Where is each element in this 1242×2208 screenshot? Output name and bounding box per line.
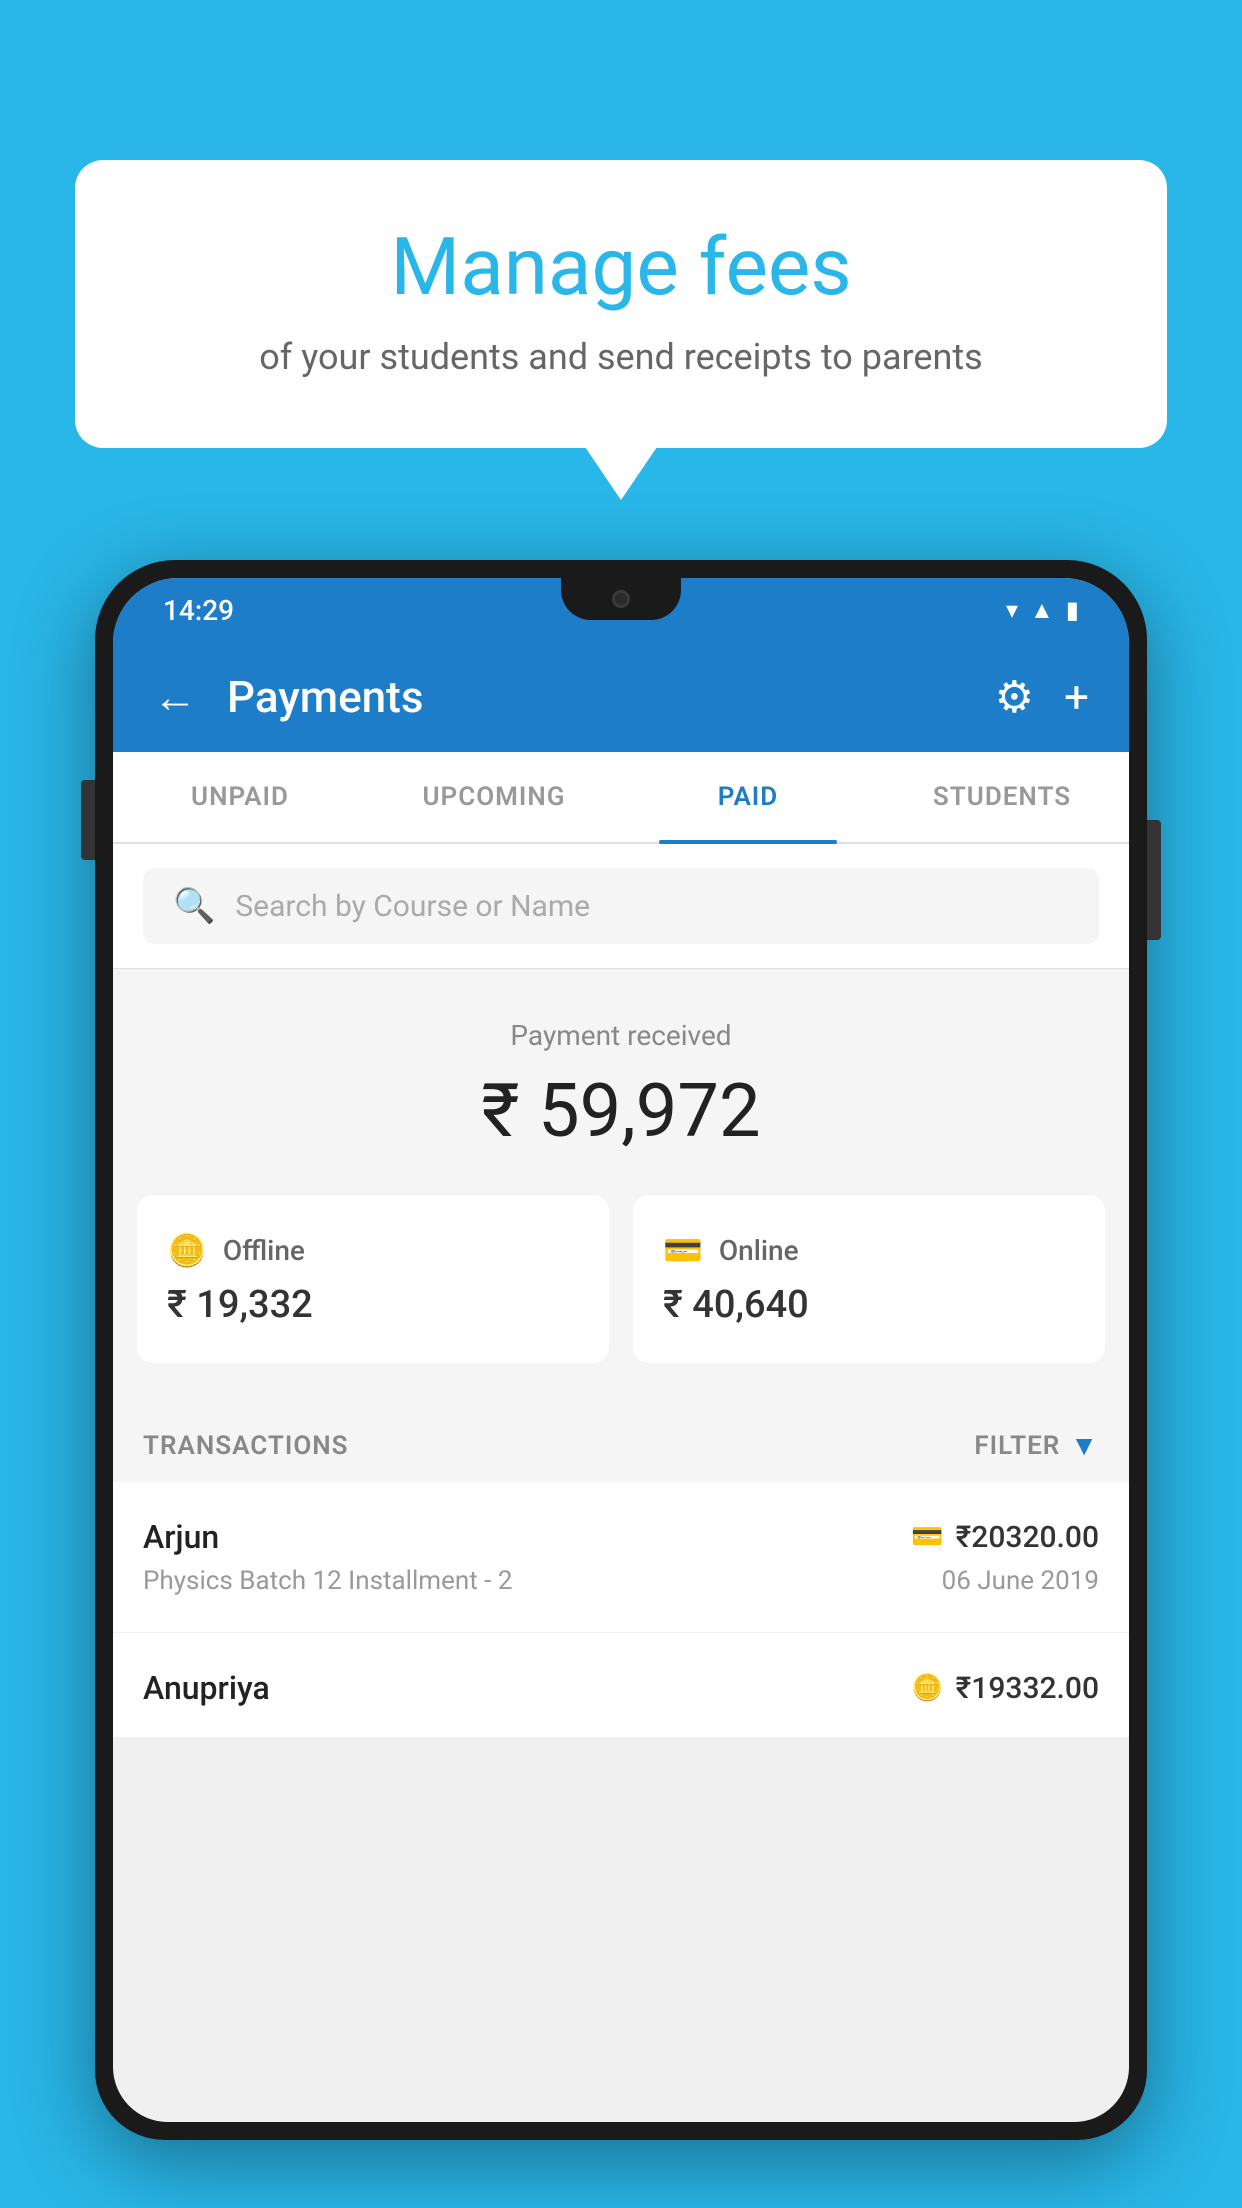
transaction-amount: ₹20320.00 bbox=[956, 1520, 1099, 1555]
transaction-amount-2: ₹19332.00 bbox=[956, 1671, 1099, 1706]
speech-bubble-title: Manage fees bbox=[155, 220, 1087, 314]
tab-paid[interactable]: PAID bbox=[621, 752, 875, 842]
transaction-date: 06 June 2019 bbox=[942, 1566, 1099, 1596]
transaction-cash-icon: 🪙 bbox=[911, 1673, 943, 1703]
search-box[interactable]: 🔍 Search by Course or Name bbox=[143, 868, 1099, 944]
online-card: 💳 Online ₹ 40,640 bbox=[633, 1195, 1105, 1363]
add-icon[interactable]: + bbox=[1064, 671, 1089, 723]
speech-bubble: Manage fees of your students and send re… bbox=[75, 160, 1167, 448]
offline-amount: ₹ 19,332 bbox=[167, 1283, 579, 1327]
transaction-name: Arjun bbox=[143, 1518, 219, 1556]
app-bar: ← Payments ⚙ + bbox=[113, 642, 1129, 752]
tab-upcoming[interactable]: UPCOMING bbox=[367, 752, 621, 842]
online-icon: 💳 bbox=[663, 1231, 703, 1269]
status-time: 14:29 bbox=[163, 594, 234, 627]
online-amount: ₹ 40,640 bbox=[663, 1283, 1075, 1327]
offline-card-header: 🪙 Offline bbox=[167, 1231, 579, 1269]
app-bar-title: Payments bbox=[227, 671, 965, 723]
search-placeholder: Search by Course or Name bbox=[235, 889, 590, 924]
filter-icon: ▼ bbox=[1070, 1429, 1099, 1462]
transaction-name-2: Anupriya bbox=[143, 1669, 270, 1707]
transactions-label: TRANSACTIONS bbox=[143, 1431, 349, 1461]
search-container: 🔍 Search by Course or Name bbox=[113, 844, 1129, 969]
app-bar-icons: ⚙ + bbox=[995, 671, 1089, 723]
notch bbox=[561, 578, 681, 620]
battery-icon: ▮ bbox=[1066, 596, 1079, 624]
tab-students[interactable]: STUDENTS bbox=[875, 752, 1129, 842]
transaction-row-bottom: Physics Batch 12 Installment - 2 06 June… bbox=[143, 1566, 1099, 1596]
online-card-header: 💳 Online bbox=[663, 1231, 1075, 1269]
transaction-amount-wrap-2: 🪙 ₹19332.00 bbox=[911, 1671, 1099, 1706]
speech-bubble-subtitle: of your students and send receipts to pa… bbox=[155, 336, 1087, 378]
offline-label: Offline bbox=[223, 1234, 305, 1267]
status-icons: ▾ ▲ ▮ bbox=[1006, 596, 1079, 625]
search-icon: 🔍 bbox=[173, 886, 215, 926]
transactions-header: TRANSACTIONS FILTER ▼ bbox=[113, 1399, 1129, 1482]
settings-icon[interactable]: ⚙ bbox=[995, 671, 1034, 723]
transaction-item[interactable]: Arjun 💳 ₹20320.00 Physics Batch 12 Insta… bbox=[113, 1482, 1129, 1633]
transaction-amount-wrap: 💳 ₹20320.00 bbox=[911, 1520, 1099, 1555]
filter-button[interactable]: FILTER ▼ bbox=[974, 1429, 1099, 1462]
filter-label: FILTER bbox=[974, 1431, 1060, 1461]
speech-bubble-container: Manage fees of your students and send re… bbox=[75, 160, 1167, 448]
offline-icon: 🪙 bbox=[167, 1231, 207, 1269]
wifi-icon: ▾ bbox=[1006, 596, 1018, 624]
signal-icon: ▲ bbox=[1030, 596, 1054, 625]
offline-card: 🪙 Offline ₹ 19,332 bbox=[137, 1195, 609, 1363]
transaction-row-top-2: Anupriya 🪙 ₹19332.00 bbox=[143, 1669, 1099, 1707]
transaction-card-icon: 💳 bbox=[911, 1522, 943, 1552]
transaction-detail: Physics Batch 12 Installment - 2 bbox=[143, 1566, 512, 1596]
transaction-row-top: Arjun 💳 ₹20320.00 bbox=[143, 1518, 1099, 1556]
payment-received-section: Payment received ₹ 59,972 bbox=[113, 969, 1129, 1195]
payment-cards-row: 🪙 Offline ₹ 19,332 💳 Online ₹ 40,640 bbox=[113, 1195, 1129, 1399]
online-label: Online bbox=[719, 1234, 799, 1267]
phone-mockup: 14:29 ▾ ▲ ▮ ← Payments ⚙ + UNPAID UPCO bbox=[95, 560, 1147, 2208]
payment-received-amount: ₹ 59,972 bbox=[143, 1068, 1099, 1155]
payment-received-label: Payment received bbox=[143, 1019, 1099, 1052]
phone-outer: 14:29 ▾ ▲ ▮ ← Payments ⚙ + UNPAID UPCO bbox=[95, 560, 1147, 2140]
back-button[interactable]: ← bbox=[153, 671, 197, 723]
tabs-container: UNPAID UPCOMING PAID STUDENTS bbox=[113, 752, 1129, 844]
tab-unpaid[interactable]: UNPAID bbox=[113, 752, 367, 842]
notch-camera bbox=[612, 590, 630, 608]
transaction-item-partial[interactable]: Anupriya 🪙 ₹19332.00 bbox=[113, 1633, 1129, 1737]
phone-inner: 14:29 ▾ ▲ ▮ ← Payments ⚙ + UNPAID UPCO bbox=[113, 578, 1129, 2122]
